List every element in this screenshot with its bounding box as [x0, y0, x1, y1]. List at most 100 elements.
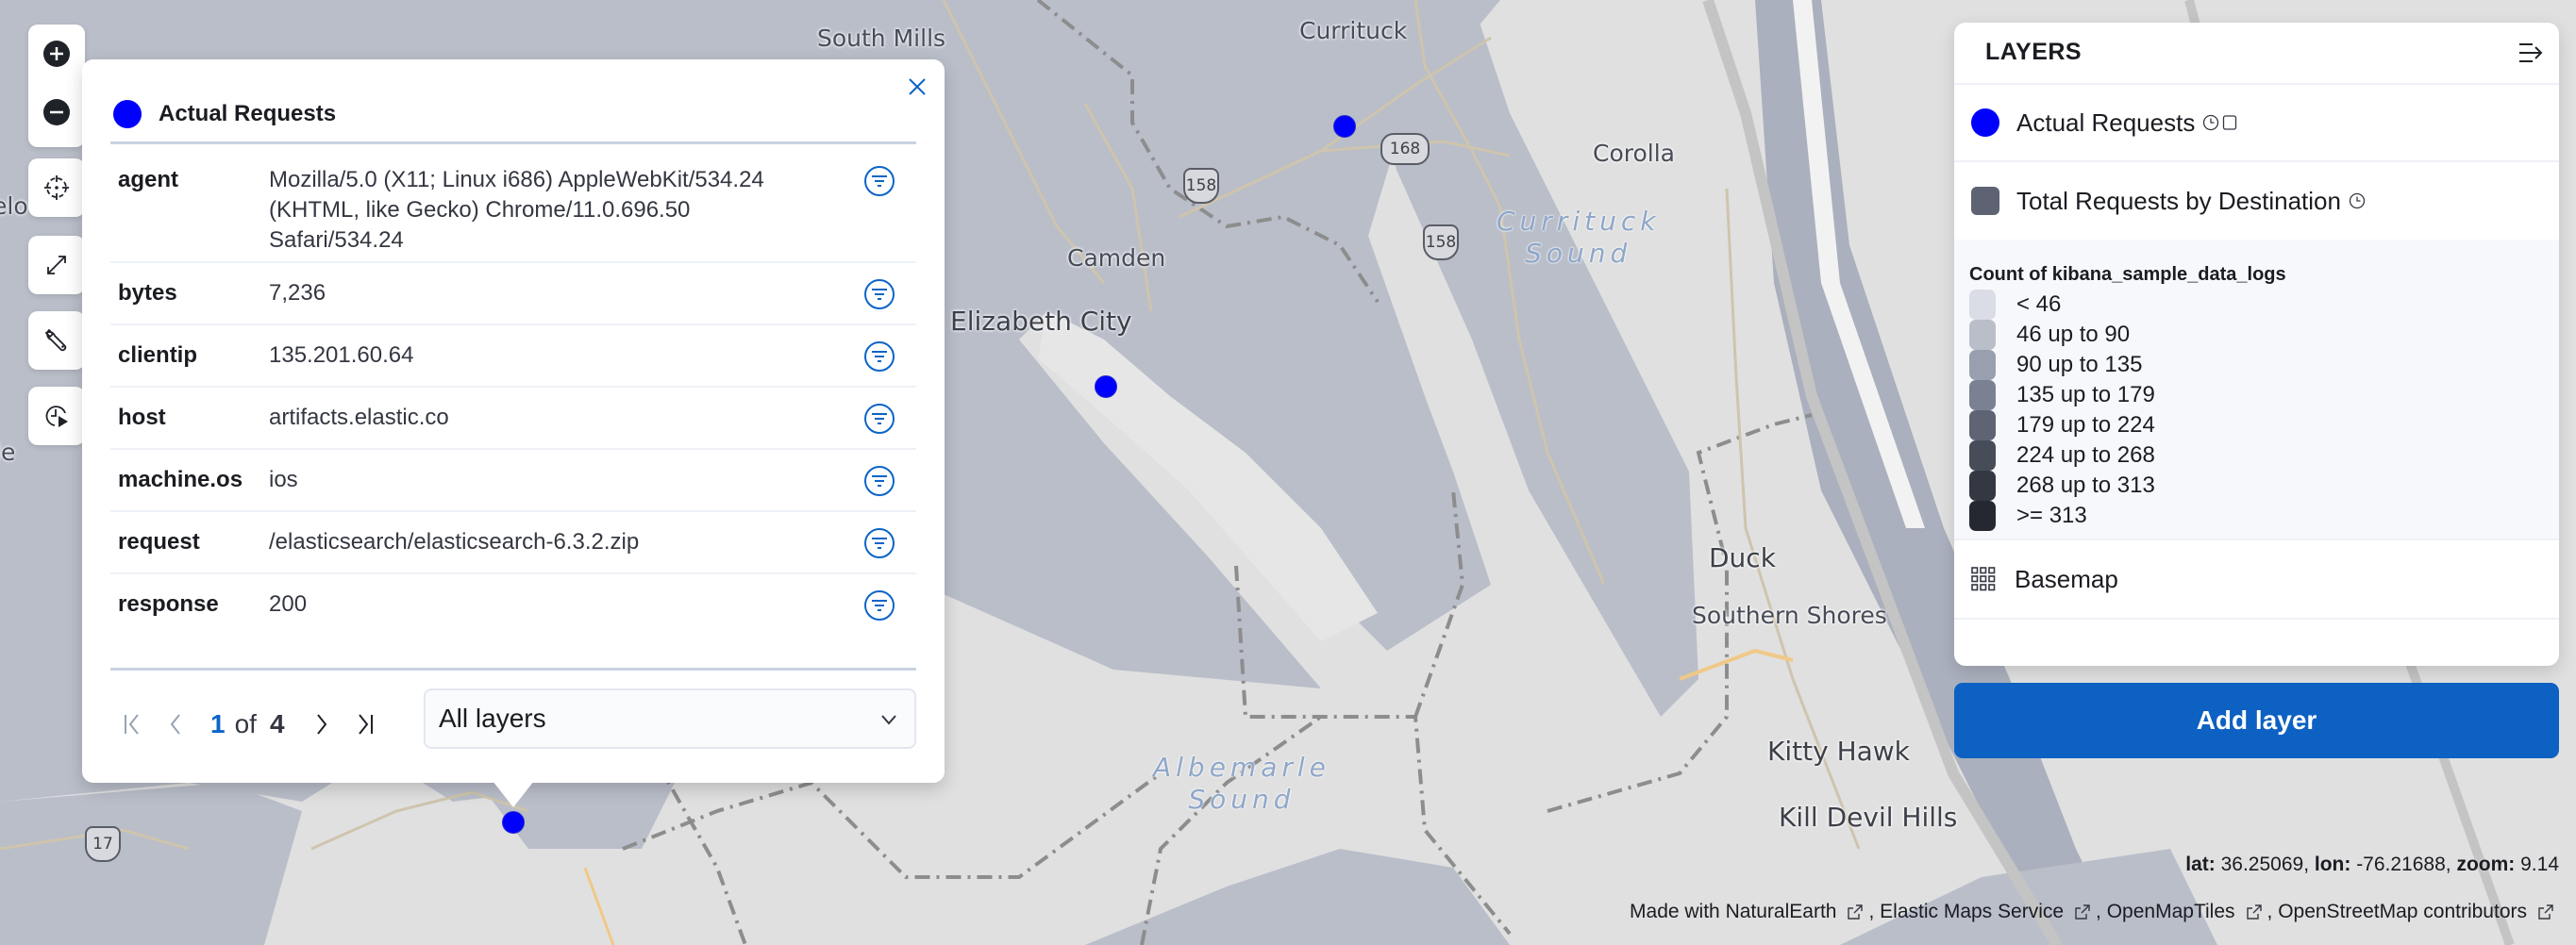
- property-value: /elasticsearch/elasticsearch-6.3.2.zip: [269, 529, 640, 555]
- zoom-controls: [28, 25, 85, 147]
- property-key: host: [118, 405, 166, 430]
- road-shield-us-17: 17: [85, 826, 121, 862]
- layer-swatch-square-icon: [1971, 187, 1999, 215]
- next-page-button[interactable]: [300, 703, 343, 746]
- crosshair-icon: [44, 175, 69, 200]
- legend-label: 46 up to 90: [2016, 322, 2131, 347]
- fit-to-data-control: [28, 236, 85, 294]
- property-value: artifacts.elastic.co: [269, 405, 449, 430]
- map-point[interactable]: [1333, 115, 1356, 138]
- attribution-text: Made with NaturalEarth: [1630, 901, 1837, 922]
- legend-label: 224 up to 268: [2016, 442, 2155, 468]
- timeslider-control: [28, 387, 85, 445]
- grid-icon: [1971, 567, 1996, 591]
- legend-label: 179 up to 224: [2016, 412, 2155, 438]
- chevron-right-icon: [316, 714, 326, 735]
- legend-swatch: [1969, 471, 1996, 501]
- layer-item-total-requests-by-destination[interactable]: Total Requests by Destination: [1954, 162, 2559, 240]
- external-link-icon: [1848, 904, 1864, 920]
- tooltip-title: Actual Requests: [159, 100, 337, 126]
- attribution-link-openmaptiles[interactable]: OpenMapTiles: [2107, 901, 2267, 923]
- filter-icon[interactable]: [863, 527, 895, 559]
- fit-to-data-button[interactable]: [28, 236, 85, 294]
- timeslider-button[interactable]: [28, 387, 85, 445]
- layer-item-basemap[interactable]: Basemap: [1954, 540, 2559, 620]
- lat-label: lat:: [2185, 854, 2216, 875]
- legend-item: 268 up to 313: [1969, 471, 2559, 501]
- total-pages: 4: [269, 709, 285, 738]
- road-shield-us-158: 158: [1423, 224, 1459, 260]
- layer-filter-select[interactable]: All layers: [424, 688, 916, 749]
- road-shield-us-158: 158: [1183, 168, 1219, 204]
- attribution-text: OpenMapTiles: [2106, 901, 2235, 922]
- clock-play-icon: [45, 406, 68, 427]
- layers-title: LAYERS: [1985, 39, 2083, 65]
- property-row: agent Mozilla/5.0 (X11; Linux i686) Appl…: [110, 150, 916, 263]
- tools-button[interactable]: [28, 311, 85, 370]
- wrench-icon: [44, 328, 67, 352]
- property-key: agent: [118, 167, 179, 192]
- attribution-link-naturalearth[interactable]: Made with NaturalEarth: [1630, 901, 1868, 923]
- property-key: clientip: [118, 342, 198, 368]
- legend-title: Count of kibana_sample_data_logs: [1969, 264, 2286, 285]
- legend-label: 135 up to 179: [2016, 382, 2155, 407]
- filter-icon[interactable]: [863, 340, 895, 373]
- lon-label: lon:: [2314, 854, 2351, 875]
- legend-item: < 46: [1969, 290, 2559, 320]
- lat-value: 36.25069: [2220, 854, 2304, 875]
- plus-circle-icon: [43, 41, 70, 67]
- zoom-out-button[interactable]: [28, 83, 85, 141]
- previous-page-button[interactable]: [154, 703, 197, 746]
- legend-item: 179 up to 224: [1969, 410, 2559, 440]
- water-label-currituck-sound: Currituck Sound: [1497, 206, 1661, 269]
- page-of-label: of: [234, 709, 257, 738]
- tooltip-footer: 1 of 4 All layers: [110, 668, 916, 771]
- legend-item: 135 up to 179: [1969, 380, 2559, 410]
- legend-item: 46 up to 90: [1969, 320, 2559, 350]
- feature-tooltip: Actual Requests agent Mozilla/5.0 (X11; …: [82, 59, 945, 783]
- property-row: response 200: [110, 574, 916, 637]
- legend-label: >= 313: [2016, 503, 2087, 528]
- collapse-panel-icon[interactable]: [2517, 40, 2546, 66]
- layer-control-panel: LAYERS Actual Requests Total Requests by…: [1954, 23, 2559, 666]
- filter-icon[interactable]: [863, 403, 895, 435]
- bounding-box-icon: [2223, 115, 2237, 130]
- property-row: machine.os ios: [110, 450, 916, 512]
- legend-label: 268 up to 313: [2016, 472, 2155, 498]
- filter-icon[interactable]: [863, 465, 895, 497]
- legend-items: < 46 46 up to 90 90 up to 135 135 up to 179…: [1969, 290, 2559, 531]
- layer-item-actual-requests[interactable]: Actual Requests: [1954, 85, 2559, 162]
- map-point-selected[interactable]: [502, 811, 525, 834]
- close-icon[interactable]: [903, 73, 931, 101]
- first-page-button[interactable]: [110, 703, 154, 746]
- place-label-currituck: Currituck: [1299, 17, 1408, 44]
- zoom-label: zoom:: [2456, 854, 2516, 875]
- zoom-value: 9.14: [2520, 854, 2559, 875]
- layer-filter-value: All layers: [439, 704, 546, 733]
- chevron-left-icon: [170, 714, 180, 735]
- layers-header: LAYERS: [1954, 23, 2559, 85]
- minus-circle-icon: [43, 99, 70, 125]
- attribution-link-openstreetmap[interactable]: OpenStreetMap contributors: [2278, 901, 2559, 923]
- add-layer-button[interactable]: Add layer: [1954, 683, 2559, 758]
- layer-name: Actual Requests: [2016, 108, 2196, 137]
- external-link-icon: [2538, 904, 2553, 920]
- clock-icon: [2203, 114, 2219, 131]
- zoom-in-button[interactable]: [28, 25, 85, 83]
- property-key: request: [118, 529, 200, 555]
- layer-color-dot-icon: [113, 99, 142, 128]
- filter-icon[interactable]: [863, 278, 895, 310]
- map-point[interactable]: [1095, 375, 1117, 398]
- filter-icon[interactable]: [863, 589, 895, 622]
- last-page-button[interactable]: [343, 703, 387, 746]
- legend-swatch: [1969, 501, 1996, 531]
- first-page-icon: [125, 714, 139, 735]
- filter-icon[interactable]: [863, 165, 895, 197]
- set-view-button[interactable]: [28, 158, 85, 217]
- legend-label: < 46: [2016, 291, 2062, 317]
- attribution-link-elastic-maps-service[interactable]: Elastic Maps Service: [1880, 901, 2096, 923]
- clock-icon: [2349, 192, 2366, 209]
- pagination: 1 of 4: [110, 695, 387, 754]
- legend-swatch: [1969, 350, 1996, 380]
- last-page-icon: [358, 714, 373, 735]
